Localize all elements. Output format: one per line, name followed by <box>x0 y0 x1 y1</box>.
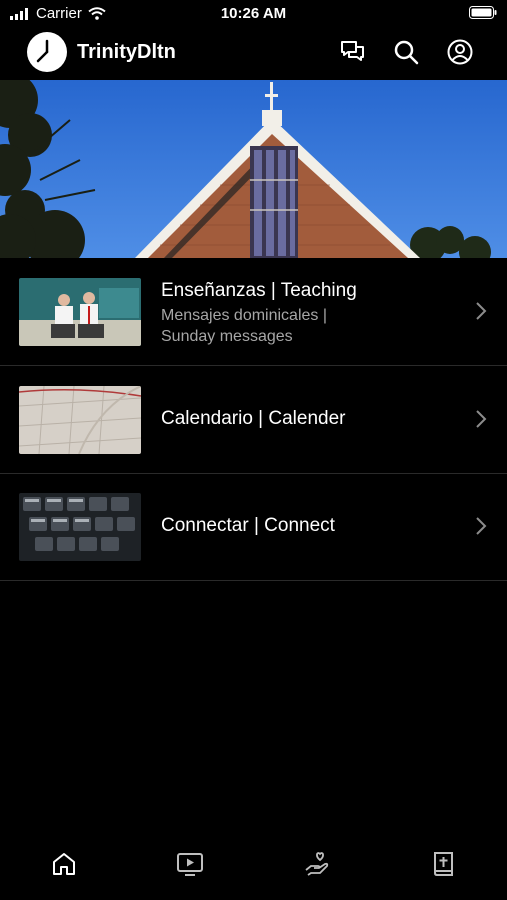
calendar-title: Calendario | Calender <box>161 408 346 429</box>
giving-icon[interactable] <box>303 850 331 878</box>
connect-title: Connectar | Connect <box>161 515 335 536</box>
teaching-subtitle-line2: Sunday messages <box>161 328 293 345</box>
teaching-subtitle: Mensajes dominicales | Sunday messages <box>161 305 421 347</box>
app-header: TrinityDltn <box>0 28 507 80</box>
status-bar: Carrier 10:26 AM <box>0 0 507 28</box>
connect-thumbnail <box>19 493 141 561</box>
bible-icon[interactable] <box>429 850 457 878</box>
list-item-connect[interactable]: Connectar | Connect <box>0 473 507 581</box>
calendar-thumbnail <box>19 386 141 454</box>
app-logo[interactable] <box>27 32 67 72</box>
chevron-right-icon <box>476 517 487 535</box>
chevron-right-icon <box>476 302 487 320</box>
teaching-subtitle-line1: Mensajes dominicales | <box>161 307 328 324</box>
account-icon[interactable] <box>446 38 474 66</box>
app-title: TrinityDltn <box>77 41 176 63</box>
list-item-teaching[interactable]: Enseñanzas | Teaching Mensajes dominical… <box>0 258 507 366</box>
tab-bar <box>0 838 507 900</box>
chevron-right-icon <box>476 410 487 428</box>
status-time: 10:26 AM <box>220 5 287 22</box>
chat-icon[interactable] <box>339 38 367 66</box>
video-icon[interactable] <box>176 850 204 878</box>
church-photo <box>0 80 507 258</box>
battery-icon <box>469 6 497 19</box>
teaching-title: Enseñanzas | Teaching <box>161 280 357 301</box>
list-item-calendar[interactable]: Calendario | Calender <box>0 366 507 474</box>
clock-icon <box>36 39 49 63</box>
home-icon[interactable] <box>50 850 78 878</box>
teaching-thumbnail <box>19 278 141 346</box>
hero-image <box>0 80 507 258</box>
search-icon[interactable] <box>392 38 420 66</box>
